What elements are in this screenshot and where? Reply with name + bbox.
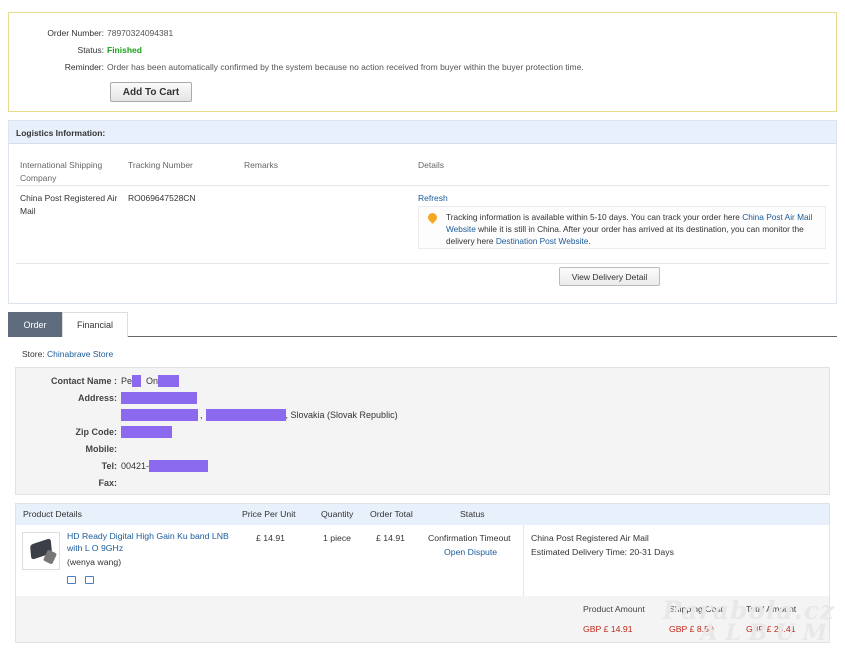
zip-row: Zip Code: bbox=[16, 425, 172, 438]
quantity: 1 piece bbox=[323, 533, 352, 543]
total-amount-value: GBP £ 23.41 bbox=[746, 624, 796, 634]
order-total: £ 14.91 bbox=[376, 533, 405, 543]
header-price-per-unit: Price Per Unit bbox=[242, 509, 296, 519]
mobile-row: Mobile: bbox=[16, 442, 121, 455]
store-line: Store: Chinabrave Store bbox=[22, 349, 113, 359]
price-per-unit: £ 14.91 bbox=[256, 533, 285, 543]
destination-post-link[interactable]: Destination Post Website bbox=[496, 236, 589, 246]
redaction bbox=[205, 408, 286, 421]
tel-label: Tel: bbox=[101, 460, 117, 471]
mobile-label: Mobile: bbox=[85, 443, 118, 454]
delivery-time: Estimated Delivery Time: 20-31 Days bbox=[531, 547, 674, 557]
reminder-label: Reminder: bbox=[64, 62, 104, 72]
contact-value: Pe On bbox=[121, 374, 180, 387]
total-amount-label: Total Amount bbox=[746, 604, 797, 614]
carrier-name: China Post Registered Air Mail bbox=[20, 193, 118, 216]
seller-name: (wenya wang) bbox=[67, 557, 122, 567]
reminder-text: Order has been automatically confirmed b… bbox=[107, 62, 584, 72]
header-status: Status bbox=[460, 509, 485, 519]
address-row: Address: bbox=[16, 391, 197, 404]
order-status: Confirmation Timeout bbox=[428, 533, 511, 543]
logistics-divider bbox=[16, 185, 829, 186]
shipping-cost-label: Shipping Cost bbox=[669, 604, 724, 614]
shipping-truck-icon[interactable] bbox=[67, 576, 76, 584]
col-details: Details bbox=[418, 160, 444, 170]
redaction bbox=[132, 374, 142, 387]
order-number-value: 78970324094381 bbox=[107, 28, 174, 38]
contact-row: Contact Name : Pe On bbox=[16, 374, 180, 387]
order-number-row: Order Number: 78970324094381 bbox=[9, 28, 173, 38]
redaction bbox=[121, 391, 197, 404]
status-label: Status: bbox=[77, 45, 104, 55]
redaction bbox=[121, 408, 198, 421]
amount-summary: Product Amount Shipping Cost Total Amoun… bbox=[16, 596, 829, 642]
shipping-address-box: Contact Name : Pe On Address: ,, Slovaki… bbox=[15, 367, 830, 495]
address-label: Address: bbox=[77, 392, 117, 403]
col-remarks: Remarks bbox=[244, 160, 279, 170]
tab-order[interactable]: Order bbox=[8, 312, 62, 337]
tab-financial[interactable]: Financial bbox=[62, 312, 128, 337]
product-name-link[interactable]: HD Ready Digital High Gain Ku band LNB w… bbox=[67, 530, 232, 554]
shipping-cost-value: GBP £ 8.50 bbox=[669, 624, 714, 634]
status-value: Finished bbox=[107, 45, 142, 55]
logistics-bottom-divider bbox=[16, 263, 829, 264]
logistics-title: Logistics Information: bbox=[9, 121, 836, 144]
store-link[interactable]: Chinabrave Store bbox=[47, 349, 113, 359]
open-dispute-link[interactable]: Open Dispute bbox=[444, 546, 497, 558]
tel-prefix: 00421- bbox=[121, 460, 150, 471]
header-product-details: Product Details bbox=[23, 509, 82, 519]
col-tracking-number: Tracking Number bbox=[128, 160, 193, 170]
invoice-icon[interactable] bbox=[85, 576, 94, 584]
redaction bbox=[121, 425, 172, 438]
tel-row: Tel: 00421- bbox=[16, 459, 209, 472]
redaction bbox=[149, 459, 209, 472]
notice-text-suffix: . bbox=[588, 236, 591, 246]
fax-row: Fax: bbox=[16, 476, 121, 489]
order-tabs: Order Financial bbox=[8, 312, 837, 337]
product-thumbnail[interactable] bbox=[22, 532, 60, 570]
redaction bbox=[158, 374, 180, 387]
store-label: Store: bbox=[22, 349, 48, 359]
column-divider bbox=[523, 525, 524, 596]
view-delivery-detail-button[interactable]: View Delivery Detail bbox=[559, 267, 660, 286]
contact-last-name: On bbox=[146, 375, 159, 386]
header-quantity: Quantity bbox=[321, 509, 354, 519]
tracking-number: RO069647528CN bbox=[128, 193, 196, 203]
fax-label: Fax: bbox=[98, 477, 117, 488]
refresh-link[interactable]: Refresh bbox=[418, 192, 448, 205]
order-summary-box: Order Number: 78970324094381 Status: Fin… bbox=[8, 12, 837, 112]
order-number-label: Order Number: bbox=[47, 28, 104, 38]
shipping-method: China Post Registered Air Mail bbox=[531, 533, 649, 543]
address-line-2: ,, Slovakia (Slovak Republic) bbox=[16, 408, 398, 421]
contact-first-name: Pe bbox=[121, 375, 133, 386]
products-table: Product Details Price Per Unit Quantity … bbox=[15, 503, 830, 643]
contact-label: Contact Name : bbox=[50, 375, 117, 386]
notice-text-prefix: Tracking information is available within… bbox=[446, 212, 743, 222]
products-table-header: Product Details Price Per Unit Quantity … bbox=[16, 504, 829, 525]
status-row: Status: Finished bbox=[9, 45, 142, 55]
zip-label: Zip Code: bbox=[75, 426, 118, 437]
product-amount-value: GBP £ 14.91 bbox=[583, 624, 633, 634]
product-amount-label: Product Amount bbox=[583, 604, 645, 614]
reminder-row: Reminder: Order has been automatically c… bbox=[9, 62, 584, 72]
address-country: , Slovakia (Slovak Republic) bbox=[285, 409, 398, 420]
col-shipping-company: International Shipping Company bbox=[20, 160, 103, 183]
header-order-total: Order Total bbox=[370, 509, 413, 519]
logistics-panel: Logistics Information: International Shi… bbox=[8, 120, 837, 304]
tracking-notice: Tracking information is available within… bbox=[418, 206, 826, 249]
add-to-cart-button[interactable]: Add To Cart bbox=[110, 82, 192, 102]
location-pin-icon bbox=[426, 211, 439, 224]
